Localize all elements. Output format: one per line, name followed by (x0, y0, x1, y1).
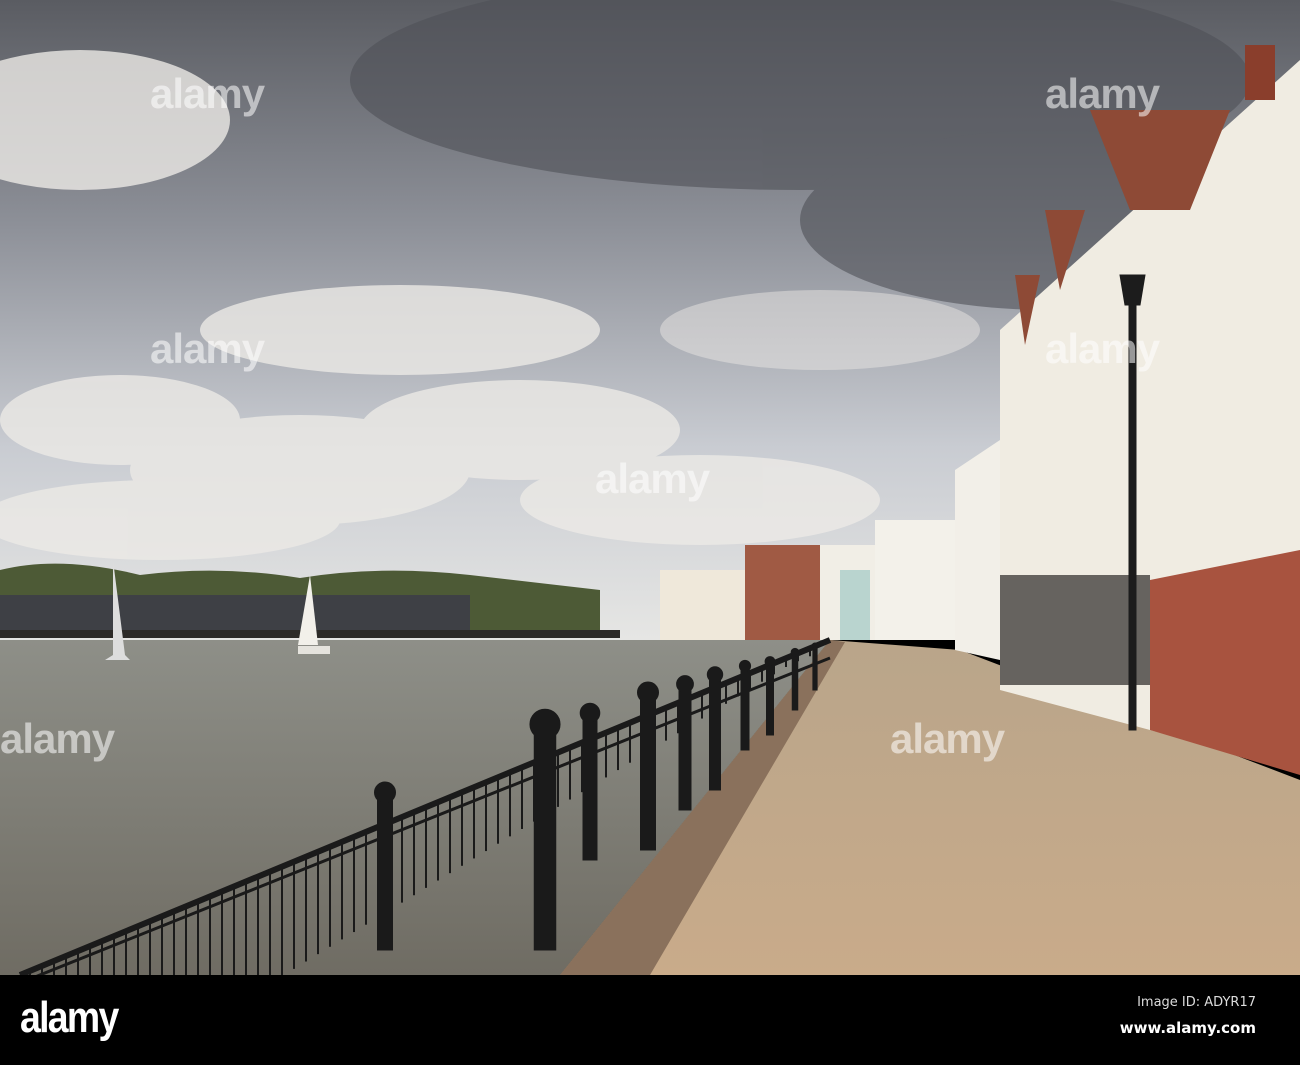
watermark: alamy (890, 715, 1005, 762)
watermark: alamy (595, 455, 710, 502)
railing-finial (706, 666, 724, 683)
far-warehouses (0, 595, 470, 635)
railing-finial (374, 781, 396, 804)
railing-post (812, 647, 818, 691)
railing-post (791, 654, 799, 711)
site-url[interactable]: www.alamy.com (1120, 1019, 1256, 1037)
watermark: alamy (150, 70, 265, 117)
watermark: alamy (0, 715, 115, 762)
watermark: alamy (1045, 325, 1160, 372)
alamy-logo: alamy (20, 993, 119, 1042)
railing-finial (637, 681, 659, 704)
footer-bar: alamy Image ID: ADYR17 www.alamy.com (0, 975, 1300, 1065)
railing-finial (738, 659, 752, 673)
railing-finial (811, 642, 819, 650)
railing-finial (529, 708, 561, 740)
image-id: Image ID: ADYR17 (1137, 995, 1256, 1010)
railing-finial (676, 675, 694, 693)
railing-post (740, 669, 750, 751)
watermark: alamy (150, 325, 265, 372)
railing-finial (579, 702, 601, 724)
stock-photo: alamy alamy alamy alamy alamy alamy alam… (0, 0, 1300, 1065)
railing-post (766, 664, 774, 736)
watermark: alamy (1045, 70, 1160, 117)
